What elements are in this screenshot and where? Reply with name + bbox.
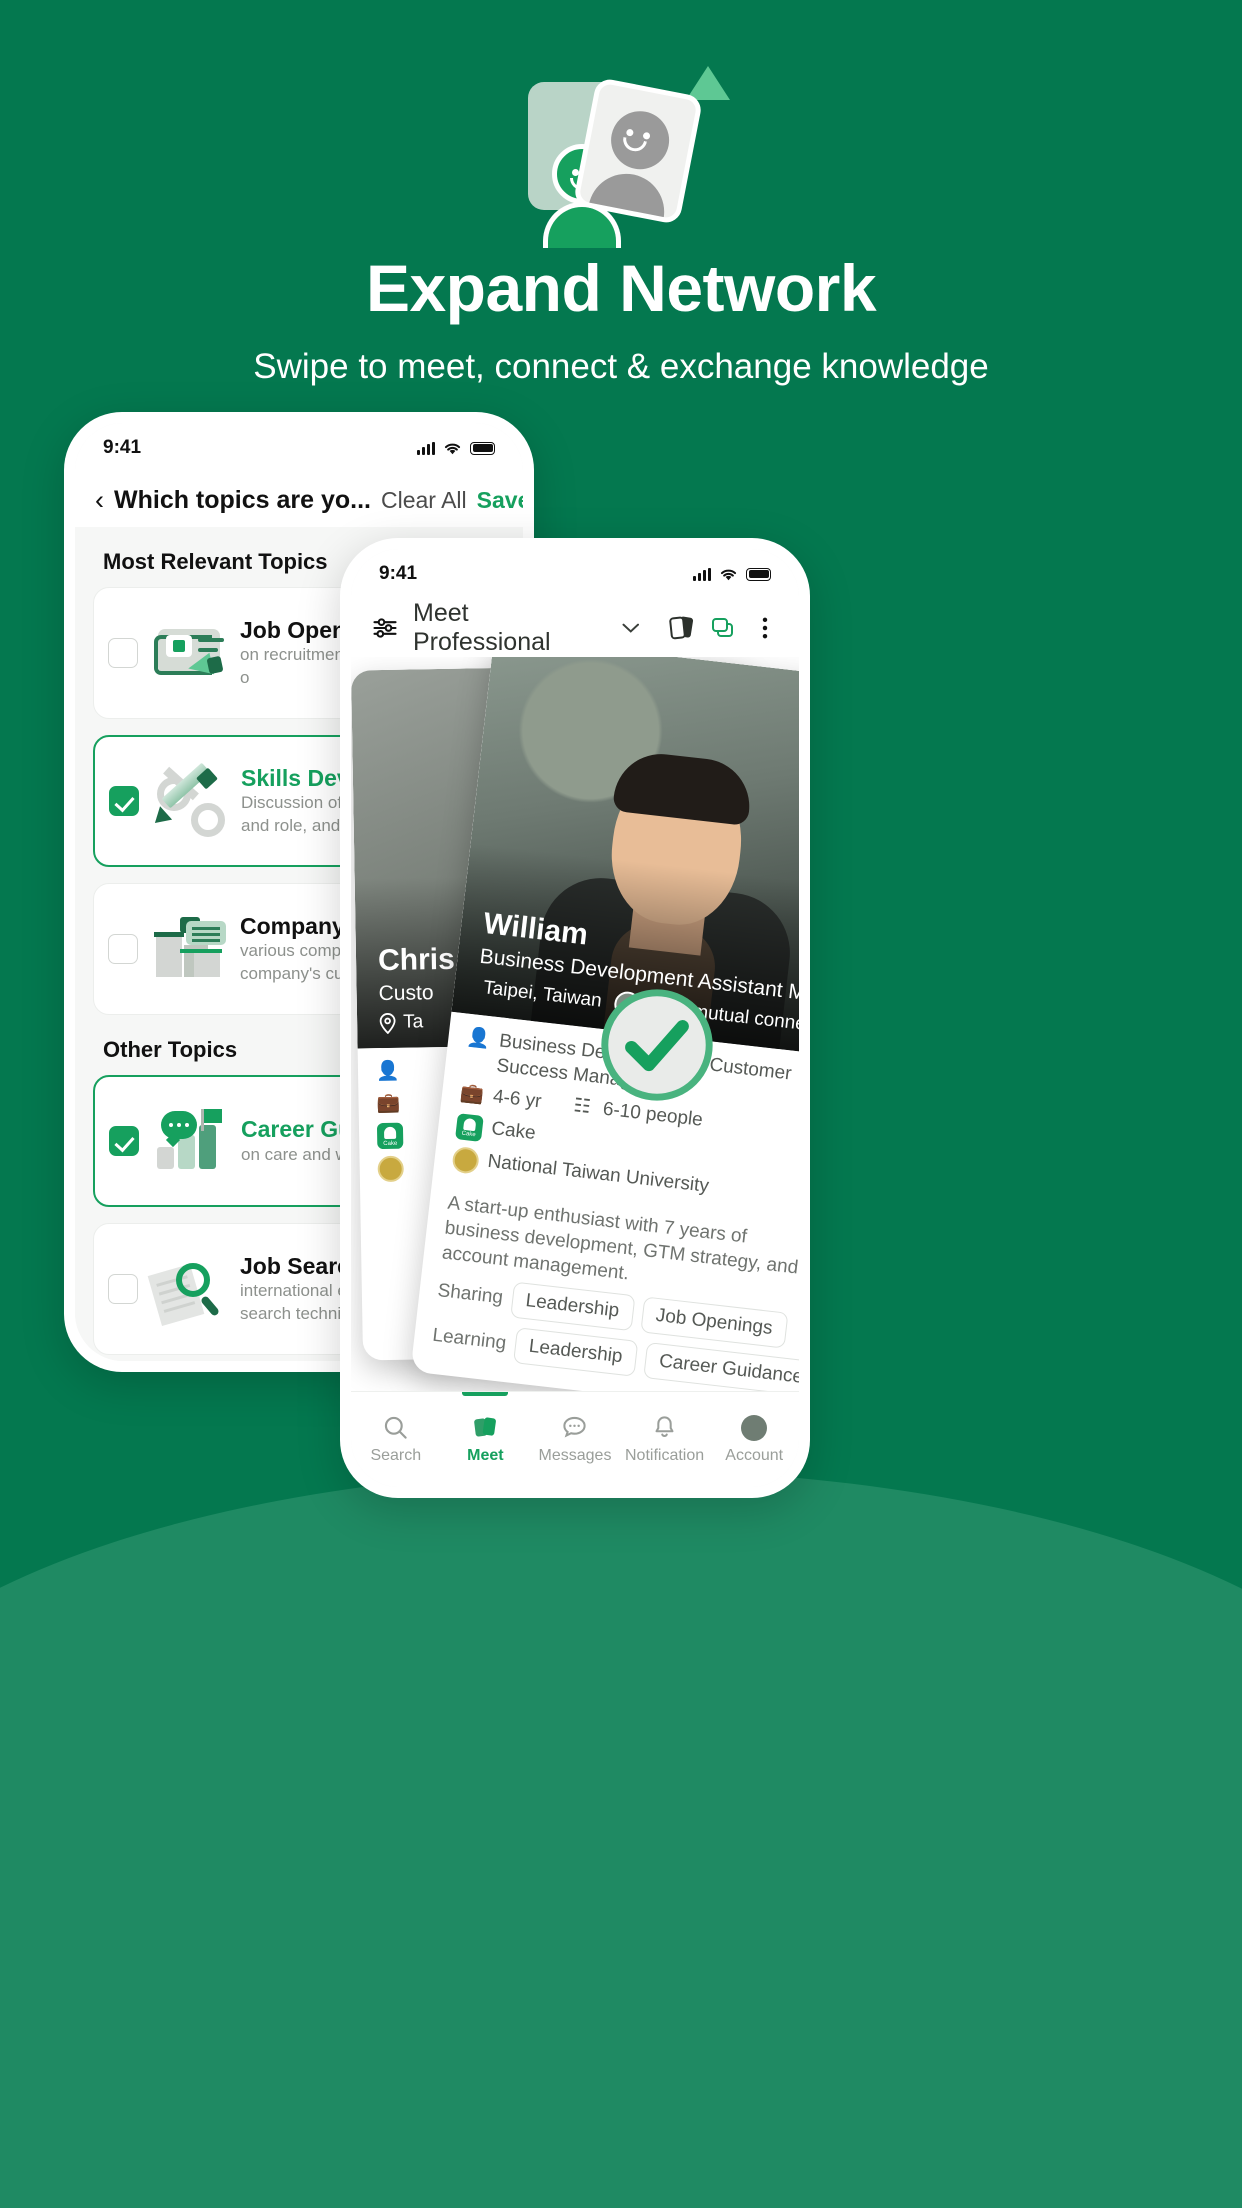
battery-icon xyxy=(470,441,495,455)
profile-location: Taipei, Taiwan xyxy=(482,977,603,1012)
phone-notch-b xyxy=(484,549,666,583)
phone-mockup-meet: 9:41 Meet Professional Chris Custo Ta 👤 … xyxy=(340,538,810,1498)
person-icon: 👤 xyxy=(465,1026,492,1051)
status-clock-a: 9:41 xyxy=(103,437,142,458)
sliders-icon[interactable] xyxy=(371,614,399,642)
meet-card-deck: Chris Custo Ta 👤 💼 Cake William Business… xyxy=(351,657,799,1391)
tab-meet[interactable]: Meet xyxy=(441,1392,531,1487)
chevron-down-icon[interactable] xyxy=(621,623,640,634)
tab-messages[interactable]: Messages xyxy=(530,1392,620,1487)
tag-chip[interactable]: Leadership xyxy=(512,1327,639,1378)
topic-name: Company xyxy=(240,912,345,939)
location-pin-icon xyxy=(477,978,478,998)
wifi-icon xyxy=(444,443,461,454)
meet-header: Meet Professional xyxy=(351,599,799,657)
company-icon xyxy=(150,915,228,983)
briefcase-clock-icon: 💼 xyxy=(459,1082,486,1107)
topic-checkbox[interactable] xyxy=(109,1126,139,1156)
job-search-icon xyxy=(147,1255,228,1327)
org-chart-icon: ☷ xyxy=(572,1095,592,1119)
profile-team-size: 6-10 people xyxy=(601,1098,704,1132)
wifi-icon xyxy=(720,569,737,580)
cellular-signal-icon xyxy=(693,567,711,581)
topic-checkbox[interactable] xyxy=(108,934,138,964)
job-openings-icon xyxy=(150,619,228,687)
bottom-tab-bar: Search Meet Messages Notification Accoun… xyxy=(351,1391,799,1487)
back-button[interactable]: ‹ xyxy=(95,486,104,514)
sharing-label: Sharing xyxy=(436,1280,505,1309)
meet-mode-label[interactable]: Meet Professional xyxy=(413,599,608,657)
tab-label: Search xyxy=(370,1447,422,1464)
tab-search[interactable]: Search xyxy=(351,1392,441,1487)
chat-bubbles-icon[interactable] xyxy=(709,614,737,642)
check-circle-icon xyxy=(601,989,713,1101)
clear-all-button[interactable]: Clear All xyxy=(381,487,467,514)
tab-notification[interactable]: Notification xyxy=(620,1392,710,1487)
tab-label: Messages xyxy=(538,1447,612,1464)
tab-label: Account xyxy=(725,1446,784,1464)
location-pin-icon xyxy=(379,1012,396,1034)
profile-location: Ta xyxy=(402,1011,424,1033)
battery-icon xyxy=(746,567,771,581)
background-wash xyxy=(0,1470,1242,2208)
more-vertical-icon[interactable] xyxy=(751,614,779,642)
hero-title: Expand Network xyxy=(365,251,877,325)
skills-development-icon xyxy=(148,762,229,837)
career-guidance-icon xyxy=(151,1107,229,1175)
university-logo-icon xyxy=(377,1156,404,1183)
smiley-face-gray-icon xyxy=(606,106,675,175)
learning-label: Learning xyxy=(431,1325,508,1355)
app-hero-icon xyxy=(506,60,736,248)
topic-checkbox[interactable] xyxy=(109,786,139,816)
tab-label: Meet xyxy=(467,1447,504,1464)
university-logo-icon xyxy=(451,1145,481,1175)
cellular-signal-icon xyxy=(417,441,435,455)
phone-notch-a xyxy=(208,423,390,457)
hero-section: Expand Network Swipe to meet, connect & … xyxy=(0,0,1242,387)
hero-subtitle: Swipe to meet, connect & exchange knowle… xyxy=(253,346,989,386)
search-icon xyxy=(385,1416,407,1439)
cake-logo-icon xyxy=(376,1123,404,1150)
status-clock-b: 9:41 xyxy=(379,563,418,584)
message-bubble-icon xyxy=(563,1416,587,1438)
bell-icon xyxy=(655,1416,674,1437)
save-button[interactable]: Save xyxy=(477,487,523,514)
meet-cards-icon xyxy=(474,1417,496,1437)
topic-checkbox[interactable] xyxy=(108,1274,138,1304)
topic-checkbox[interactable] xyxy=(108,638,138,668)
triangle-accent-icon xyxy=(686,66,730,100)
tab-account[interactable]: Account xyxy=(709,1392,799,1487)
cards-icon[interactable] xyxy=(667,614,695,642)
tag-chip[interactable]: Career Guidance xyxy=(643,1342,799,1391)
topics-header: ‹ Which topics are yo... Clear All Save xyxy=(75,473,523,527)
page-title: Which topics are yo... xyxy=(114,485,371,514)
cake-logo-icon xyxy=(455,1113,484,1142)
avatar-icon xyxy=(741,1414,768,1441)
tab-label: Notification xyxy=(625,1447,705,1464)
profile-experience: 4-6 yr xyxy=(491,1086,543,1113)
profile-card-gray-icon xyxy=(572,76,704,226)
profile-company: Cake xyxy=(490,1118,537,1145)
